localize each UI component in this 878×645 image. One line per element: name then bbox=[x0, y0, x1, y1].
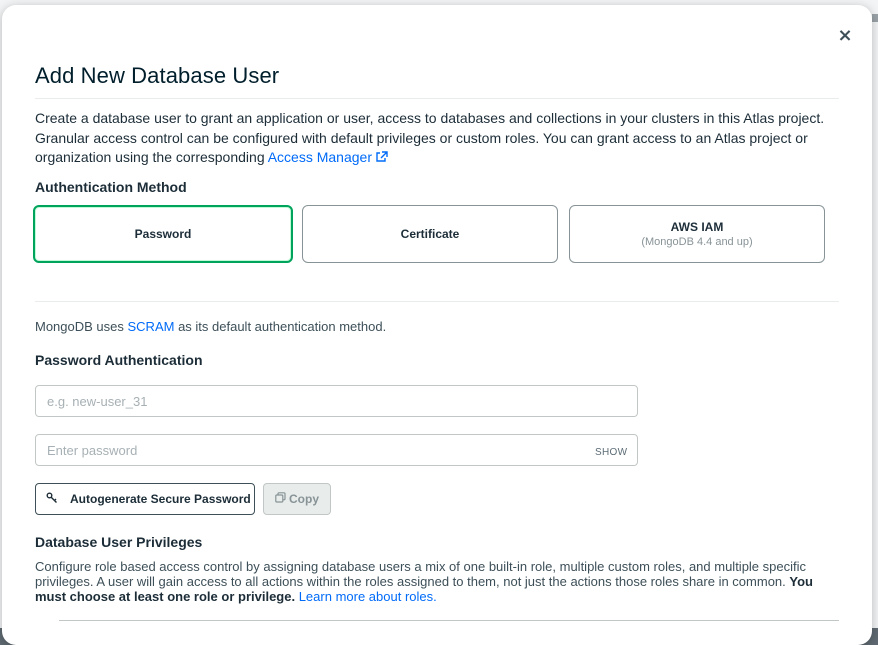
scram-note: MongoDB uses SCRAM as its default authen… bbox=[35, 319, 386, 334]
autogenerate-password-button[interactable]: Autogenerate Secure Password bbox=[35, 483, 255, 515]
auth-option-password[interactable]: Password bbox=[33, 205, 293, 263]
privileges-text: Configure role based access control by a… bbox=[35, 559, 806, 589]
privileges-description: Configure role based access control by a… bbox=[35, 559, 840, 604]
access-manager-link[interactable]: Access Manager bbox=[268, 149, 388, 165]
username-input[interactable] bbox=[35, 385, 638, 417]
auth-divider bbox=[35, 301, 839, 302]
scram-suffix: as its default authentication method. bbox=[174, 319, 387, 334]
close-icon[interactable]: × bbox=[836, 27, 854, 45]
privileges-label: Database User Privileges bbox=[35, 534, 203, 550]
auth-option-certificate[interactable]: Certificate bbox=[302, 205, 558, 263]
auth-option-name: Certificate bbox=[400, 227, 460, 241]
auth-option-subtitle: (MongoDB 4.4 and up) bbox=[641, 236, 753, 248]
privileges-table-top-border bbox=[59, 620, 839, 621]
access-manager-link-label: Access Manager bbox=[267, 149, 372, 165]
title-divider bbox=[35, 98, 839, 99]
key-icon bbox=[46, 492, 58, 507]
auth-method-label: Authentication Method bbox=[35, 179, 187, 195]
modal-title: Add New Database User bbox=[35, 63, 280, 88]
modal-description: Create a database user to grant an appli… bbox=[35, 109, 840, 169]
learn-more-roles-link[interactable]: Learn more about roles. bbox=[299, 589, 437, 604]
scram-prefix: MongoDB uses bbox=[35, 319, 128, 334]
show-password-button[interactable]: SHOW bbox=[595, 447, 627, 458]
external-link-icon bbox=[375, 149, 388, 169]
password-auth-label: Password Authentication bbox=[35, 352, 203, 368]
auth-option-name: AWS IAM bbox=[670, 220, 724, 234]
auth-option-aws-iam[interactable]: AWS IAM (MongoDB 4.4 and up) bbox=[569, 205, 825, 263]
add-user-modal: × Add New Database User Create a databas… bbox=[2, 5, 872, 645]
copy-password-button[interactable]: Copy bbox=[263, 483, 331, 515]
description-text: Create a database user to grant an appli… bbox=[35, 110, 825, 165]
autogenerate-label: Autogenerate Secure Password bbox=[70, 492, 251, 506]
backdrop-fragment bbox=[872, 14, 878, 22]
copy-icon bbox=[275, 492, 286, 506]
scram-link[interactable]: SCRAM bbox=[128, 319, 175, 334]
copy-label: Copy bbox=[289, 492, 319, 506]
password-input[interactable] bbox=[35, 434, 638, 466]
auth-option-name: Password bbox=[134, 227, 192, 241]
